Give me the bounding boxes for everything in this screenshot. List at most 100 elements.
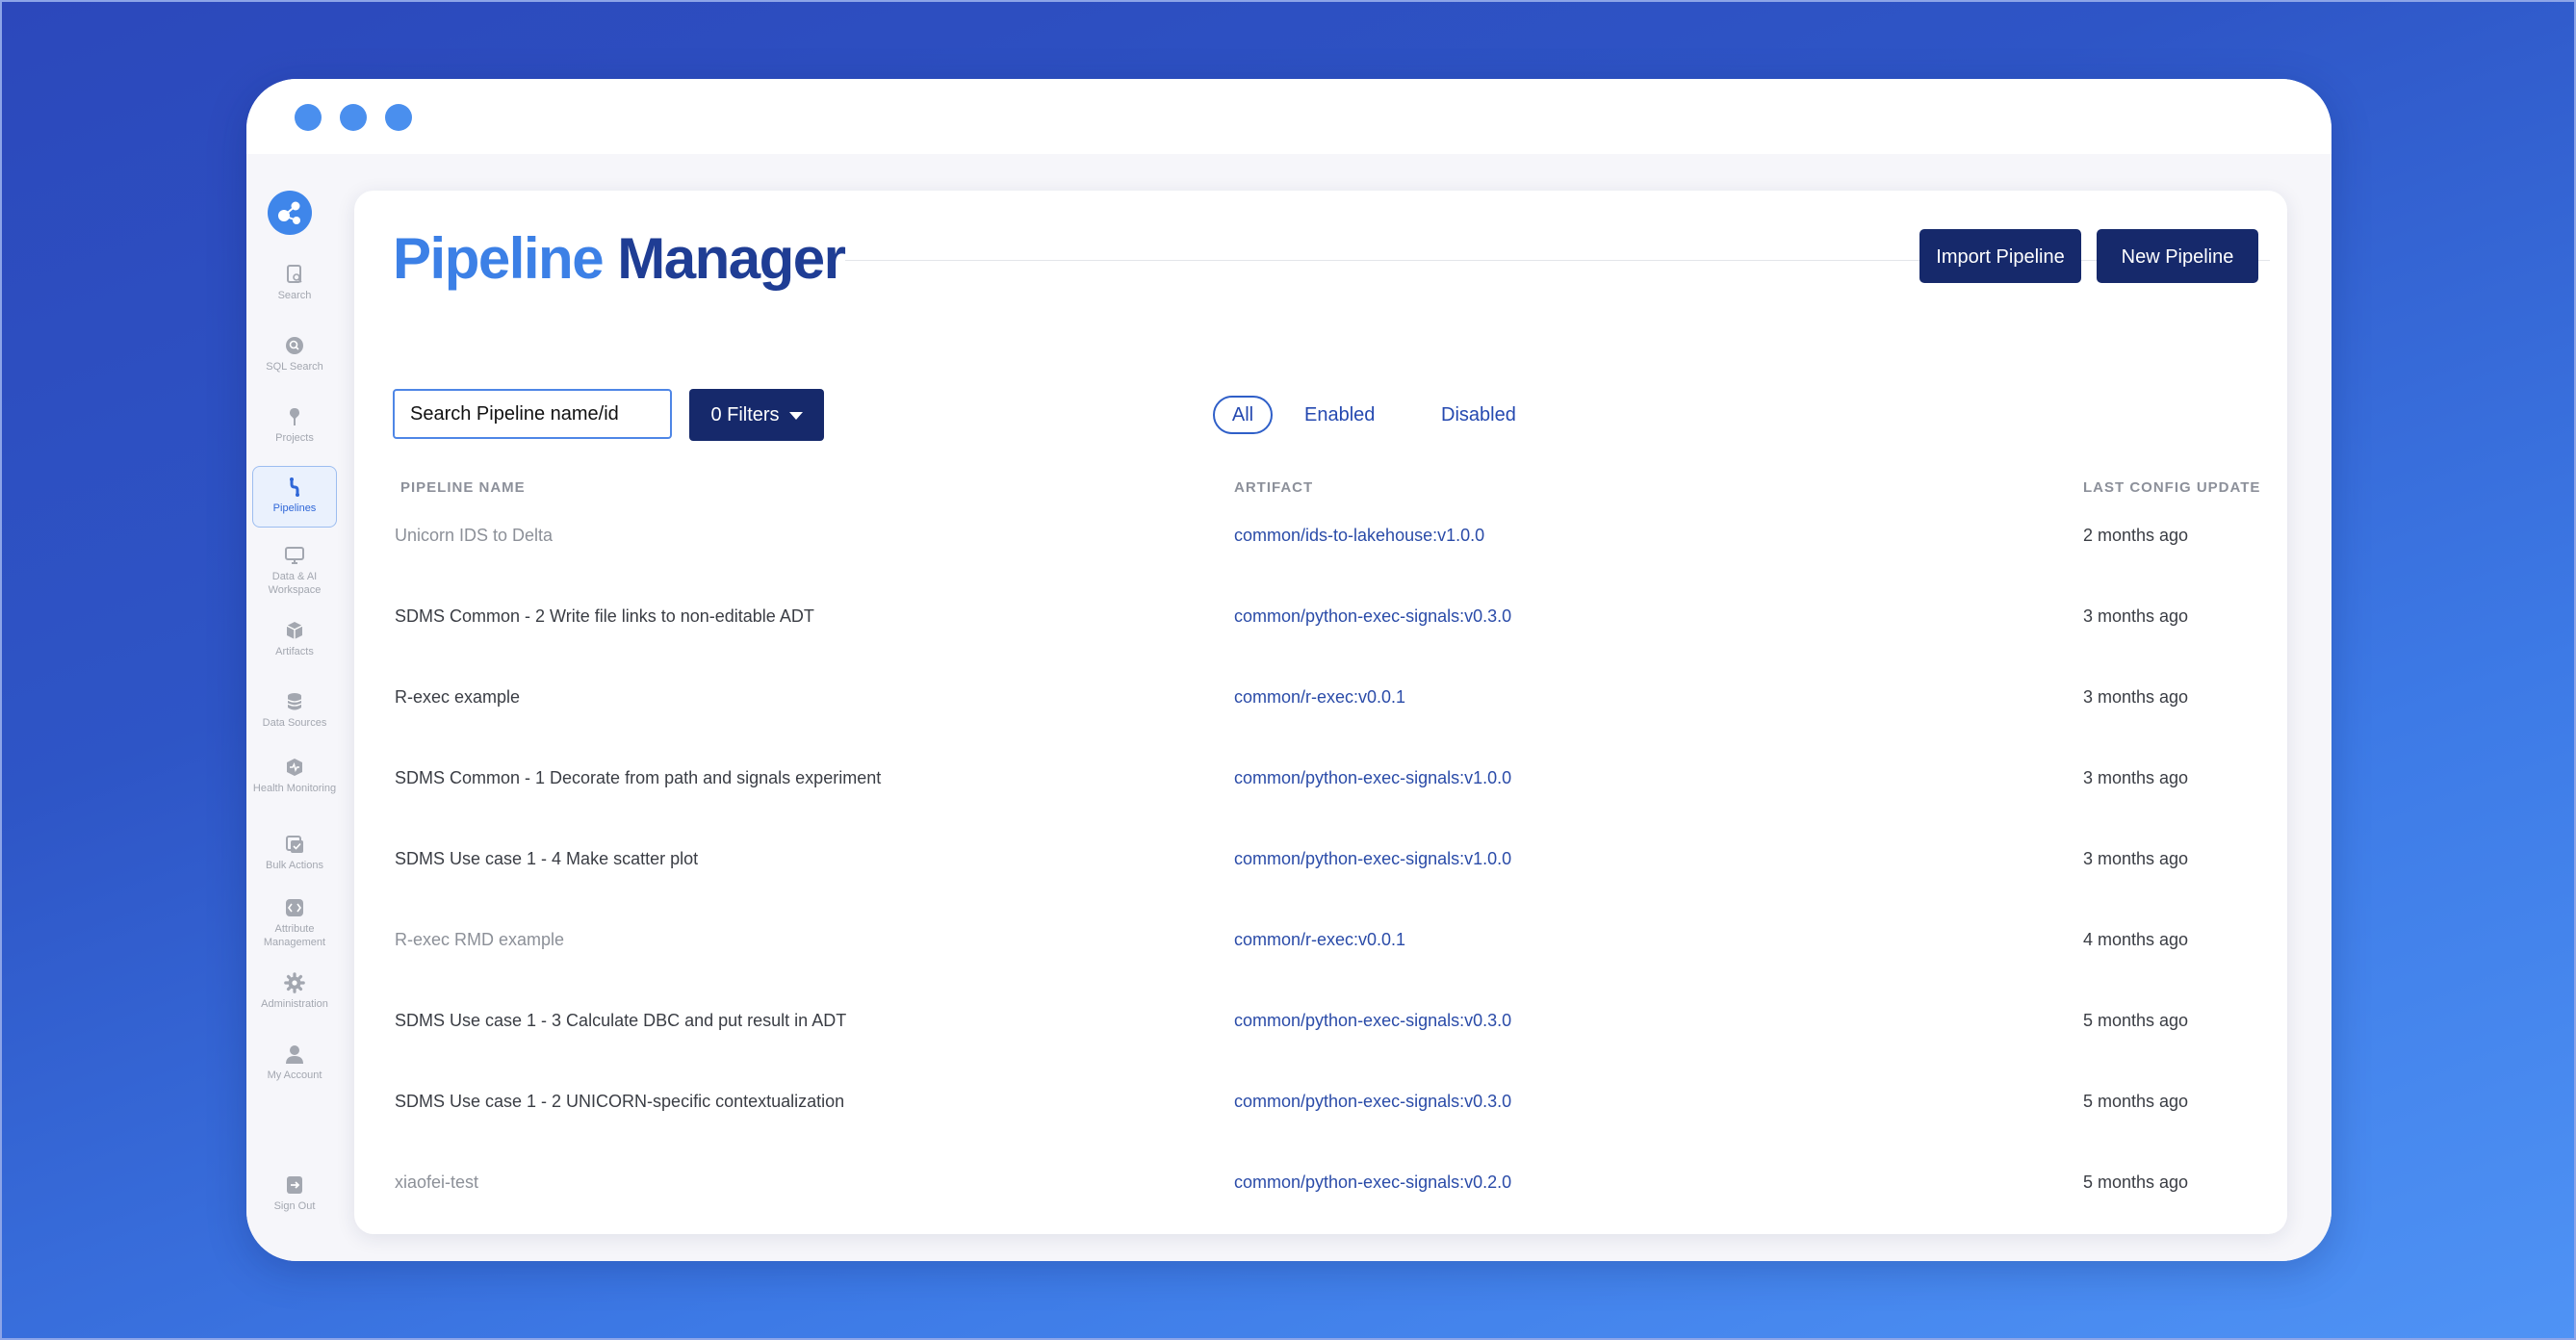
tab-enabled[interactable]: Enabled — [1304, 396, 1375, 434]
artifact-link[interactable]: common/r-exec:v0.0.1 — [1234, 920, 1405, 959]
column-header-artifact[interactable]: ARTIFACT — [1234, 479, 1313, 496]
sidebar-item-my-account[interactable]: My Account — [252, 1044, 337, 1082]
pipeline-name-cell[interactable]: R-exec RMD example — [395, 920, 564, 959]
page-title: Pipeline Manager — [393, 223, 846, 295]
last-update-cell: 5 months ago — [2083, 1092, 2189, 1111]
sidebar-item-label: Sign Out — [273, 1200, 316, 1212]
sidebar-item-label: Projects — [275, 432, 314, 444]
pipeline-name-cell[interactable]: xiaofei-test — [395, 1163, 478, 1201]
sidebar-item-administration[interactable]: Administration — [252, 972, 337, 1011]
sidebar-item-pipelines[interactable]: Pipelines — [252, 466, 337, 528]
new-pipeline-button[interactable]: New Pipeline — [2097, 229, 2258, 283]
pipeline-icon — [290, 477, 299, 497]
app-area: Search SQL Search Projects Pipelines Dat… — [246, 154, 2331, 1261]
last-update-cell: 3 months ago — [2083, 606, 2189, 626]
pipeline-name-cell[interactable]: SDMS Common - 1 Decorate from path and s… — [395, 759, 881, 797]
gear-icon — [284, 972, 305, 993]
health-icon — [287, 759, 302, 776]
import-pipeline-button[interactable]: Import Pipeline — [1919, 229, 2081, 283]
sidebar-item-label: Data & AI Workspace — [268, 571, 322, 596]
sidebar-item-label: Pipelines — [272, 502, 317, 514]
artifact-link[interactable]: common/python-exec-signals:v0.3.0 — [1234, 597, 1511, 635]
sidebar-item-label: Attribute Management — [263, 923, 326, 948]
sidebar-item-bulk-actions[interactable]: Bulk Actions — [252, 834, 337, 872]
pipeline-name-cell[interactable]: SDMS Use case 1 - 4 Make scatter plot — [395, 839, 698, 878]
user-icon — [286, 1045, 303, 1064]
checklist-icon — [286, 836, 303, 853]
artifact-link[interactable]: common/python-exec-signals:v0.3.0 — [1234, 1001, 1511, 1040]
search-input[interactable] — [393, 389, 672, 439]
tab-disabled[interactable]: Disabled — [1441, 396, 1516, 434]
pipeline-name-cell[interactable]: SDMS Use case 1 - 3 Calculate DBC and pu… — [395, 1001, 846, 1040]
last-update-cell: 5 months ago — [2083, 1011, 2189, 1030]
filters-label: 0 Filters — [710, 404, 780, 425]
sidebar-item-sql-search[interactable]: SQL Search — [252, 335, 337, 374]
pipeline-name-cell[interactable]: SDMS Common - 2 Write file links to non-… — [395, 597, 814, 635]
pipeline-name-cell[interactable]: SDMS Use case 1 - 2 UNICORN-specific con… — [395, 1082, 844, 1121]
table-row[interactable]: SDMS Use case 1 - 2 UNICORN-specific con… — [354, 1082, 2287, 1121]
window-titlebar — [246, 79, 2331, 154]
sidebar-item-label: Bulk Actions — [266, 860, 323, 871]
pipeline-name-cell[interactable]: R-exec example — [395, 678, 520, 716]
sidebar-item-artifacts[interactable]: Artifacts — [252, 620, 337, 658]
table-row[interactable]: R-exec RMD example common/r-exec:v0.0.1 … — [354, 920, 2287, 959]
main-card: Pipeline Manager Import Pipeline New Pip… — [354, 191, 2287, 1234]
table-row[interactable]: xiaofei-test common/python-exec-signals:… — [354, 1163, 2287, 1201]
cube-icon — [286, 622, 303, 639]
last-update-cell: 4 months ago — [2083, 930, 2189, 949]
last-update-cell: 3 months ago — [2083, 849, 2189, 868]
attribute-icon — [286, 899, 303, 916]
sidebar-item-label: Search — [277, 290, 312, 301]
sidebar-item-health-monitoring[interactable]: Health Monitoring — [252, 757, 337, 795]
sidebar-item-search[interactable]: Search — [252, 264, 337, 302]
database-icon — [287, 693, 302, 710]
magnifier-icon — [286, 337, 303, 354]
tab-all[interactable]: All — [1213, 396, 1273, 434]
sidebar-item-label: Artifacts — [275, 646, 314, 657]
page-title-part1: Pipeline — [393, 226, 605, 291]
app-logo[interactable] — [268, 191, 312, 235]
column-header-pipeline-name[interactable]: PIPELINE NAME — [400, 479, 526, 496]
table-row[interactable]: SDMS Common - 2 Write file links to non-… — [354, 597, 2287, 635]
sidebar-item-label: Data Sources — [262, 717, 327, 729]
molecule-logo-icon — [278, 201, 300, 224]
table-row[interactable]: R-exec example common/r-exec:v0.0.1 3 mo… — [354, 678, 2287, 716]
sidebar-item-sign-out[interactable]: Sign Out — [252, 1174, 337, 1213]
caret-down-icon — [788, 411, 803, 420]
page-title-part2: Manager — [617, 226, 846, 291]
column-header-last-config-update[interactable]: LAST CONFIG UPDATE — [2083, 479, 2260, 496]
artifact-link[interactable]: common/python-exec-signals:v1.0.0 — [1234, 759, 1511, 797]
table-row[interactable]: SDMS Common - 1 Decorate from path and s… — [354, 759, 2287, 797]
artifact-link[interactable]: common/python-exec-signals:v0.3.0 — [1234, 1082, 1511, 1121]
sidebar-item-projects[interactable]: Projects — [252, 406, 337, 445]
window-control-dot[interactable] — [385, 104, 412, 131]
window-control-dot[interactable] — [340, 104, 367, 131]
sidebar-item-attribute-management[interactable]: Attribute Management — [252, 897, 337, 949]
sidebar-item-label: SQL Search — [266, 361, 323, 373]
table-row[interactable]: SDMS Use case 1 - 3 Calculate DBC and pu… — [354, 1001, 2287, 1040]
table-row[interactable]: Unicorn IDS to Delta common/ids-to-lakeh… — [354, 516, 2287, 554]
sidebar-item-label: Administration — [261, 998, 328, 1010]
app-window: Search SQL Search Projects Pipelines Dat… — [246, 79, 2331, 1261]
sidebar-item-label: My Account — [267, 1069, 322, 1081]
table-row[interactable]: SDMS Use case 1 - 4 Make scatter plot co… — [354, 839, 2287, 878]
sign-out-icon — [287, 1176, 302, 1194]
window-control-dot[interactable] — [295, 104, 322, 131]
sidebar: Search SQL Search Projects Pipelines Dat… — [246, 154, 354, 1261]
document-search-icon — [287, 265, 302, 283]
sidebar-item-data-ai-workspace[interactable]: Data & AI Workspace — [252, 545, 337, 597]
artifact-link[interactable]: common/r-exec:v0.0.1 — [1234, 678, 1405, 716]
filters-button[interactable]: 0 Filters — [689, 389, 824, 441]
last-update-cell: 3 months ago — [2083, 768, 2189, 787]
pipeline-name-cell[interactable]: Unicorn IDS to Delta — [395, 516, 553, 554]
last-update-cell: 2 months ago — [2083, 526, 2189, 545]
artifact-link[interactable]: common/ids-to-lakehouse:v1.0.0 — [1234, 516, 1484, 554]
last-update-cell: 3 months ago — [2083, 687, 2189, 707]
last-update-cell: 5 months ago — [2083, 1172, 2189, 1192]
sidebar-item-data-sources[interactable]: Data Sources — [252, 691, 337, 730]
sidebar-item-label: Health Monitoring — [252, 783, 337, 794]
artifact-link[interactable]: common/python-exec-signals:v1.0.0 — [1234, 839, 1511, 878]
artifact-link[interactable]: common/python-exec-signals:v0.2.0 — [1234, 1163, 1511, 1201]
pin-icon — [290, 408, 299, 425]
monitor-icon — [285, 547, 304, 564]
